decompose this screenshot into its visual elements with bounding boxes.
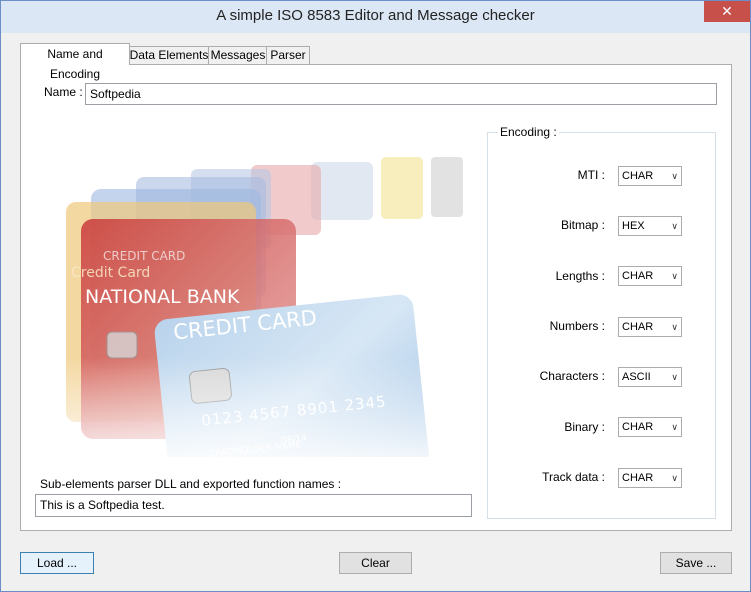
close-icon: ✕ xyxy=(721,3,733,19)
characters-value: ASCII xyxy=(622,371,651,383)
clear-button[interactable]: Clear xyxy=(339,552,412,574)
parser-label: Sub-elements parser DLL and exported fun… xyxy=(40,477,342,491)
chevron-down-icon: ∨ xyxy=(671,271,678,281)
track-data-value: CHAR xyxy=(622,472,654,484)
card-title: CREDIT CARD xyxy=(103,249,186,263)
binary-select[interactable]: CHAR ∨ xyxy=(618,417,682,437)
encoding-title: Encoding : xyxy=(498,125,559,139)
chevron-down-icon: ∨ xyxy=(671,372,678,382)
tab-name-and-encoding[interactable]: Name and Encoding xyxy=(20,43,130,81)
window-title: A simple ISO 8583 Editor and Message che… xyxy=(216,7,535,24)
mti-label: MTI : xyxy=(577,168,605,182)
chevron-down-icon: ∨ xyxy=(671,322,678,332)
tab-parser[interactable]: Parser xyxy=(266,46,310,64)
app-window: A simple ISO 8583 Editor and Message che… xyxy=(0,0,751,592)
title-bar: A simple ISO 8583 Editor and Message che… xyxy=(1,1,750,33)
bitmap-value: HEX xyxy=(622,220,645,232)
chevron-down-icon: ∨ xyxy=(671,171,678,181)
tab-messages[interactable]: Messages xyxy=(208,46,268,64)
characters-label: Characters : xyxy=(539,369,605,383)
tab-label: Name and Encoding xyxy=(47,47,103,81)
card-title: NATIONAL BANK xyxy=(85,286,240,308)
credit-cards-image: CREDIT CARD Credit Card NATIONAL BANK CR… xyxy=(41,157,471,457)
tab-panel: Name : Softpedia CREDIT CARD Credit Card… xyxy=(20,64,732,531)
chevron-down-icon: ∨ xyxy=(671,473,678,483)
binary-label: Binary : xyxy=(564,420,605,434)
tab-label: Messages xyxy=(210,48,266,62)
binary-value: CHAR xyxy=(622,421,654,433)
mti-value: CHAR xyxy=(622,170,654,182)
mti-select[interactable]: CHAR ∨ xyxy=(618,166,682,186)
numbers-select[interactable]: CHAR ∨ xyxy=(618,317,682,337)
name-label: Name : xyxy=(44,85,83,99)
lengths-select[interactable]: CHAR ∨ xyxy=(618,266,682,286)
parser-input[interactable]: This is a Softpedia test. xyxy=(35,494,472,517)
chevron-down-icon: ∨ xyxy=(671,422,678,432)
close-button[interactable]: ✕ xyxy=(704,1,750,22)
characters-select[interactable]: ASCII ∨ xyxy=(618,367,682,387)
encoding-group: Encoding : MTI : CHAR ∨ Bitmap : HEX ∨ Len… xyxy=(487,125,716,519)
bitmap-select[interactable]: HEX ∨ xyxy=(618,216,682,236)
lengths-label: Lengths : xyxy=(555,269,605,283)
name-input[interactable]: Softpedia xyxy=(85,83,717,105)
load-button[interactable]: Load ... xyxy=(20,552,94,574)
chevron-down-icon: ∨ xyxy=(671,221,678,231)
numbers-value: CHAR xyxy=(622,321,654,333)
tab-label: Parser xyxy=(270,48,306,62)
track-data-select[interactable]: CHAR ∨ xyxy=(618,468,682,488)
bitmap-label: Bitmap : xyxy=(560,218,605,232)
tab-label: Data Elements xyxy=(129,48,209,62)
lengths-value: CHAR xyxy=(622,270,654,282)
track-data-label: Track data : xyxy=(542,470,605,484)
tab-data-elements[interactable]: Data Elements xyxy=(128,46,210,64)
numbers-label: Numbers : xyxy=(549,319,605,333)
card-title: Credit Card xyxy=(71,265,151,281)
save-button[interactable]: Save ... xyxy=(660,552,732,574)
